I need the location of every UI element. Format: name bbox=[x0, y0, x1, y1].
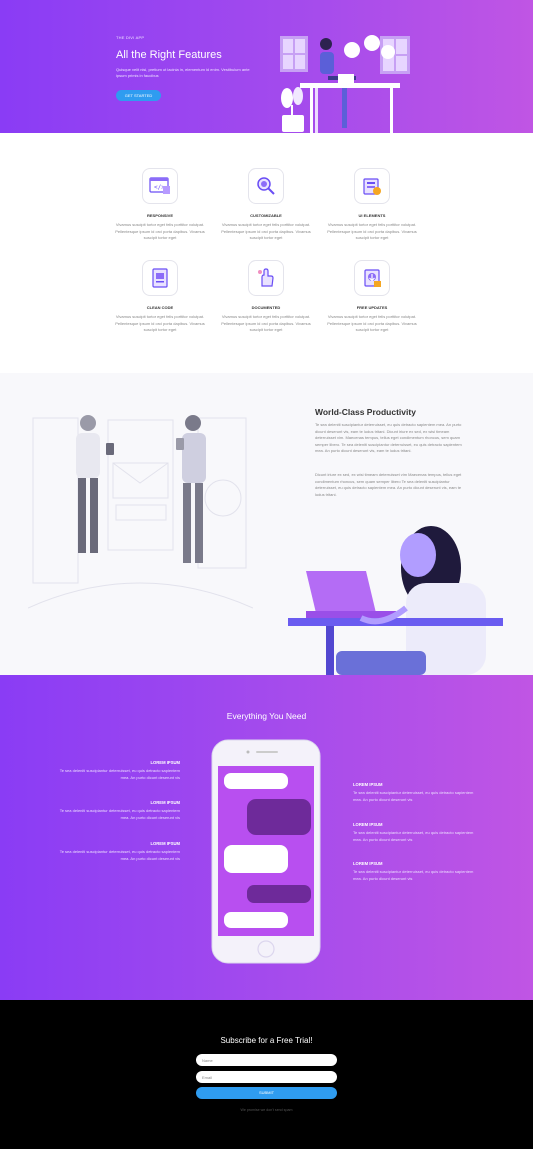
feature-desc: Vivamus suscipit tortor eget felis portt… bbox=[115, 222, 205, 240]
everything-section: Everything You Need LOREM IPSUM Te sea d… bbox=[0, 675, 533, 1000]
left-feature-title: LOREM IPSUM bbox=[150, 760, 180, 765]
right-feature-3: LOREM IPSUM Te sea deleniti suscipiantur… bbox=[353, 861, 478, 882]
woman-laptop-illustration bbox=[288, 526, 503, 675]
phone-mockup bbox=[211, 739, 321, 964]
get-started-button[interactable]: GET STARTED bbox=[116, 90, 161, 101]
ui-elements-icon bbox=[354, 168, 390, 204]
productivity-title: World-Class Productivity bbox=[315, 407, 416, 417]
right-feature-title: LOREM IPSUM bbox=[353, 861, 383, 866]
left-feature-2: LOREM IPSUM Te sea deleniti suscipiantur… bbox=[55, 800, 180, 821]
feature-clean-code: CLEAN CODE Vivamus suscipit tortor eget … bbox=[110, 260, 210, 334]
feature-desc: Vivamus suscipit tortor eget felis portt… bbox=[115, 314, 205, 332]
name-field[interactable] bbox=[196, 1054, 337, 1066]
feature-title: CUSTOMIZABLE bbox=[250, 213, 282, 218]
hero-subtitle: Quisque velit nisi, pretium ut lacinia i… bbox=[116, 67, 250, 78]
feature-title: UI ELEMENTS bbox=[358, 213, 386, 218]
feature-responsive: </> RESPONSIVE Vivamus suscipit tortor e… bbox=[110, 168, 210, 242]
feature-title: DOCUMENTED bbox=[251, 305, 281, 310]
document-icon bbox=[142, 260, 178, 296]
left-feature-title: LOREM IPSUM bbox=[150, 800, 180, 805]
feature-title: RESPONSIVE bbox=[146, 213, 173, 218]
right-feature-desc: Te sea deleniti suscipiantur deterruisse… bbox=[353, 790, 474, 802]
hero-eyebrow: THE DIVI APP bbox=[116, 35, 145, 40]
submit-button[interactable]: SUBMIT bbox=[196, 1087, 337, 1099]
email-field[interactable] bbox=[196, 1071, 337, 1083]
left-feature-1: LOREM IPSUM Te sea deleniti suscipiantur… bbox=[55, 760, 180, 781]
right-feature-title: LOREM IPSUM bbox=[353, 822, 383, 827]
hero-illustration bbox=[280, 35, 410, 133]
left-feature-3: LOREM IPSUM Te sea deleniti suscipiantur… bbox=[55, 841, 180, 862]
feature-ui-elements: UI ELEMENTS Vivamus suscipit tortor eget… bbox=[322, 168, 422, 242]
feature-desc: Vivamus suscipit tortor eget felis portt… bbox=[221, 314, 311, 332]
team-illustration bbox=[28, 415, 253, 609]
right-feature-1: LOREM IPSUM Te sea deleniti suscipiantur… bbox=[353, 782, 478, 803]
feature-desc: Vivamus suscipit tortor eget felis portt… bbox=[327, 314, 417, 332]
left-feature-desc: Te sea deleniti suscipiantur deterruisse… bbox=[59, 849, 180, 861]
spam-note: We promise we don't send spam bbox=[240, 1108, 293, 1112]
left-feature-title: LOREM IPSUM bbox=[150, 841, 180, 846]
productivity-section: World-Class Productivity Te sea deleniti… bbox=[0, 373, 533, 675]
productivity-paragraph-1: Te sea deleniti suscipiantur deterruisse… bbox=[315, 422, 462, 453]
right-feature-desc: Te sea deleniti suscipiantur deterruisse… bbox=[353, 869, 474, 881]
feature-customizable: CUSTOMIZABLE Vivamus suscipit tortor ege… bbox=[216, 168, 316, 242]
feature-title: CLEAN CODE bbox=[146, 305, 174, 310]
download-icon bbox=[354, 260, 390, 296]
hero-title: All the Right Features bbox=[116, 49, 222, 61]
left-feature-desc: Te sea deleniti suscipiantur deterruisse… bbox=[59, 768, 180, 780]
feature-desc: Vivamus suscipit tortor eget felis portt… bbox=[221, 222, 311, 240]
right-feature-desc: Te sea deleniti suscipiantur deterruisse… bbox=[353, 830, 474, 842]
productivity-paragraph-2: Dicunt iriure ex sed, ex wisi timeam det… bbox=[315, 472, 462, 497]
subscribe-title: Subscribe for a Free Trial! bbox=[220, 1036, 313, 1045]
feature-documented: DOCUMENTED Vivamus suscipit tortor eget … bbox=[216, 260, 316, 334]
feature-title: FREE UPDATES bbox=[356, 305, 388, 310]
subscribe-section: Subscribe for a Free Trial! SUBMIT We pr… bbox=[0, 1000, 533, 1149]
hand-gesture-icon bbox=[248, 260, 284, 296]
right-feature-title: LOREM IPSUM bbox=[353, 782, 383, 787]
right-feature-2: LOREM IPSUM Te sea deleniti suscipiantur… bbox=[353, 822, 478, 843]
feature-desc: Vivamus suscipit tortor eget felis portt… bbox=[327, 222, 417, 240]
code-window-icon: </> bbox=[142, 168, 178, 204]
features-section: </> RESPONSIVE Vivamus suscipit tortor e… bbox=[0, 133, 533, 373]
everything-title: Everything You Need bbox=[226, 711, 307, 721]
magnifier-icon bbox=[248, 168, 284, 204]
left-feature-desc: Te sea deleniti suscipiantur deterruisse… bbox=[59, 808, 180, 820]
hero-section: THE DIVI APP All the Right Features Quis… bbox=[0, 0, 533, 133]
feature-free-updates: FREE UPDATES Vivamus suscipit tortor ege… bbox=[322, 260, 422, 334]
